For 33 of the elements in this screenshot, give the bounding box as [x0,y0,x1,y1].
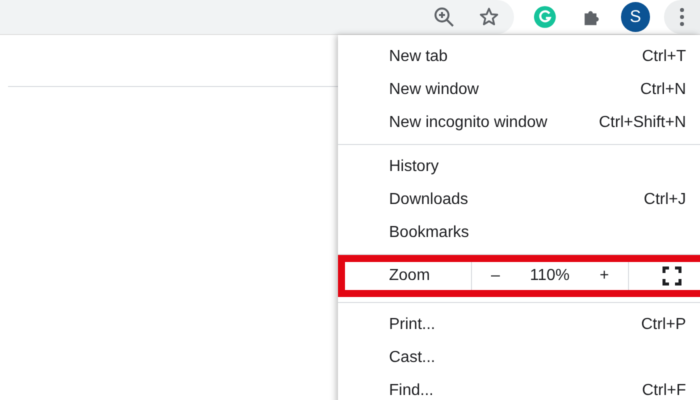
menu-item-label: New incognito window [389,114,548,132]
menu-item[interactable]: Downloads Ctrl+J [338,183,700,216]
menu-item-label: Bookmarks [389,224,470,242]
menu-icon[interactable] [664,0,700,34]
profile-avatar[interactable]: S [620,2,650,32]
menu-item[interactable]: New tab Ctrl+T [338,40,700,73]
zoom-value: 110% [530,267,570,285]
shortcut-label: Ctrl+F [642,382,686,400]
shortcut-label: Ctrl+J [644,190,686,208]
shortcut-label: Ctrl+Shift+N [598,114,686,132]
menu-item[interactable]: History [338,150,700,183]
shortcut-label: Ctrl+N [640,80,686,98]
menu-item-label: Print... [389,316,436,334]
menu-item-label: New tab [389,48,448,66]
fullscreen-icon[interactable] [662,266,682,286]
menu-item-label: History [389,158,439,176]
zoom-out-button[interactable]: – [483,265,508,287]
menu-item-label: Downloads [389,190,468,208]
menu-item[interactable]: New window Ctrl+N [338,73,700,106]
menu-item-label: Find... [389,382,434,400]
menu-item[interactable]: Cast... [338,341,700,374]
menu-item[interactable]: Bookmarks [338,216,700,249]
shortcut-label: Ctrl+P [641,316,686,334]
menu-item-label: New window [389,80,479,98]
menu-item[interactable]: Find... Ctrl+F [338,374,700,400]
zoom-in-button[interactable]: + [592,265,617,287]
shortcut-label: Ctrl+T [642,48,686,66]
star-icon[interactable] [478,6,500,28]
menu-item[interactable]: Print... Ctrl+P [338,308,700,341]
menu-item-label: Cast... [389,348,436,366]
zoom-label: Zoom [345,262,472,290]
menu-item[interactable]: New incognito window Ctrl+Shift+N [338,106,700,139]
zoom-icon[interactable] [432,6,455,28]
